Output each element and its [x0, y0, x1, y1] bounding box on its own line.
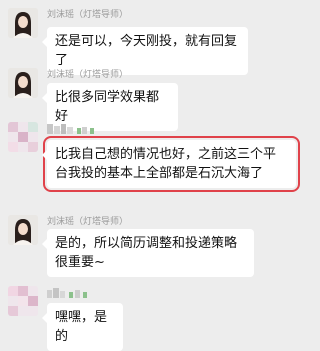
sender-name: 刘沫瑶（灯塔导师）	[47, 70, 129, 80]
message-bubble[interactable]: 嘿嘿，是的	[42, 303, 123, 351]
message-text: 比很多同学效果都好	[55, 90, 160, 124]
message-text: 嘿嘿，是的	[55, 310, 108, 344]
teacher-avatar[interactable]	[8, 215, 38, 245]
teacher-avatar[interactable]	[8, 68, 38, 98]
student-avatar[interactable]	[8, 122, 38, 152]
message-bubble[interactable]: 还是可以，今天刚投，就有回复了	[42, 27, 248, 75]
message-text: 是的，所以简历调整和投递策略很重要~	[55, 236, 238, 270]
pixelated-name	[47, 124, 94, 134]
message-bubble[interactable]: 是的，所以简历调整和投递策略很重要~	[42, 229, 254, 277]
sender-name: 刘沫瑶（灯塔导师）	[47, 217, 129, 227]
student-avatar[interactable]	[8, 286, 38, 316]
sender-name: 刘沫瑶（灯塔导师）	[47, 10, 129, 20]
message-text: 比我自己想的情况也好，之前这三个平台我投的基本上全部都是石沉大海了	[55, 147, 277, 181]
message-bubble-highlighted[interactable]: 比我自己想的情况也好，之前这三个平台我投的基本上全部都是石沉大海了	[42, 136, 300, 192]
message-text: 还是可以，今天刚投，就有回复了	[55, 34, 238, 68]
pixelated-name	[47, 288, 87, 298]
teacher-avatar[interactable]	[8, 8, 38, 38]
